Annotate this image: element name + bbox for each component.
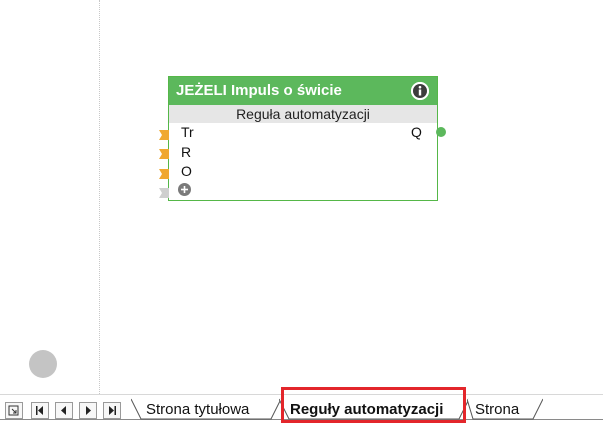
add-input-icon[interactable] [178, 183, 191, 196]
next-sheet-icon[interactable] [79, 402, 97, 419]
new-sheet-icon[interactable] [5, 402, 23, 419]
highlight-box [281, 387, 466, 423]
page-border-line [99, 0, 100, 394]
output-label-q: Q [411, 124, 422, 140]
prev-sheet-icon[interactable] [55, 402, 73, 419]
input-connector-tr[interactable] [159, 127, 169, 140]
input-label-tr: Tr [181, 124, 194, 140]
tab-label: Strona tytułowa [146, 401, 250, 418]
block-subtitle: Reguła automatyzacji [236, 106, 370, 122]
block-title: JEŻELI Impuls o świcie [176, 82, 342, 99]
tab-strona[interactable]: Strona [467, 398, 543, 420]
input-label-r: R [181, 144, 192, 160]
last-sheet-icon[interactable] [103, 402, 121, 419]
block-header[interactable]: JEŻELI Impuls o świcie [169, 77, 437, 105]
input-connector-r[interactable] [159, 146, 169, 159]
tab-strona-tytulowa[interactable]: Strona tytułowa [131, 398, 281, 420]
input-label-o: O [181, 163, 192, 179]
block-subtitle-bar: Reguła automatyzacji [169, 105, 437, 123]
tab-label: Strona [475, 401, 520, 418]
floating-circle-button[interactable] [29, 350, 57, 378]
output-connector-q[interactable] [436, 127, 446, 137]
function-block[interactable]: JEŻELI Impuls o świcie Reguła automatyza… [168, 76, 438, 201]
info-icon[interactable] [411, 82, 429, 100]
input-connector-o[interactable] [159, 166, 169, 179]
input-connector-empty[interactable] [159, 185, 169, 198]
first-sheet-icon[interactable] [31, 402, 49, 419]
